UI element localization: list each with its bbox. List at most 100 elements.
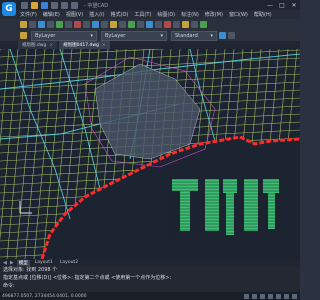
layer-light-icon[interactable] bbox=[20, 32, 27, 39]
menu-bar: 文件(F) 编辑(E) 视图(V) 插入(I) 格式(O) 工具(T) 绘图(D… bbox=[0, 10, 300, 19]
tab-model[interactable]: 模型 bbox=[16, 259, 30, 266]
erase-icon[interactable] bbox=[74, 21, 81, 28]
command-history-line: 指定基点或 [位移(D)] <位移>: 指定第二个点或 <使用第一个点作为位移>… bbox=[3, 275, 172, 281]
dim-style-icon[interactable] bbox=[219, 32, 226, 39]
grid-line bbox=[15, 49, 37, 259]
title-bar: G - 中望CAD — □ ✕ bbox=[0, 0, 300, 16]
tab-layout1[interactable]: Layout1 bbox=[33, 260, 55, 265]
drawing-canvas[interactable] bbox=[0, 49, 300, 259]
shoreline bbox=[40, 135, 300, 259]
layout-tab-bar: ◀ ▶ 模型 Layout1 Layout2 bbox=[0, 259, 300, 266]
new-file-icon[interactable] bbox=[21, 1, 28, 9]
break-icon[interactable] bbox=[164, 21, 171, 28]
grid-line bbox=[276, 49, 298, 259]
grid-line bbox=[51, 49, 73, 259]
doc-tab-label: 规划图0417.dwg bbox=[63, 43, 99, 48]
park-area bbox=[94, 63, 201, 160]
match-properties-icon[interactable] bbox=[38, 21, 45, 28]
array-icon[interactable] bbox=[110, 21, 117, 28]
properties-toolbar: ByLayer ▾ ByLayer ▾ Standard ▾ bbox=[0, 30, 300, 41]
status-bar: 496877.0507, 2734454.0401, 0.0000 bbox=[0, 292, 300, 300]
command-history-line: 选择对象: 找到 2098 个 bbox=[3, 267, 58, 273]
menu-window[interactable]: 窗口(W) bbox=[229, 11, 248, 18]
doc-tab-2[interactable]: 规划图0417.dwg × bbox=[59, 41, 110, 49]
offset-icon[interactable] bbox=[101, 21, 108, 28]
building-blocks bbox=[172, 179, 279, 235]
layer-dropdown[interactable]: ByLayer ▾ bbox=[31, 30, 97, 41]
document-tabs: 规划图.dwg × 规划图0417.dwg × bbox=[0, 41, 300, 49]
close-button[interactable]: ✕ bbox=[288, 0, 300, 10]
trim-icon[interactable] bbox=[146, 21, 153, 28]
minimize-button[interactable]: — bbox=[264, 0, 276, 10]
doc-tab-label: 规划图.dwg bbox=[22, 43, 47, 48]
maximize-button[interactable]: □ bbox=[276, 0, 288, 10]
close-tab-icon[interactable]: × bbox=[49, 43, 53, 48]
save-icon[interactable] bbox=[41, 1, 48, 9]
close-tab-icon[interactable]: × bbox=[102, 43, 106, 48]
osnap-icon[interactable] bbox=[276, 293, 281, 299]
ucs-icon bbox=[19, 201, 32, 214]
layer-state-icon[interactable] bbox=[29, 21, 36, 28]
drawing-svg bbox=[0, 49, 300, 259]
table-style-icon[interactable] bbox=[228, 32, 235, 39]
zoom-window-icon[interactable] bbox=[65, 21, 72, 28]
layer-dropdown-value: ByLayer bbox=[35, 32, 56, 39]
menu-draw[interactable]: 绘图(D) bbox=[157, 11, 175, 18]
move-icon[interactable] bbox=[119, 21, 126, 28]
linetype-dropdown-value: ByLayer bbox=[105, 32, 126, 39]
zoom-icon[interactable] bbox=[56, 21, 63, 28]
menu-format[interactable]: 格式(O) bbox=[111, 11, 129, 18]
undo-icon[interactable] bbox=[61, 1, 68, 9]
pan-icon[interactable] bbox=[47, 21, 54, 28]
grid-line bbox=[78, 49, 100, 259]
open-folder-icon[interactable] bbox=[31, 1, 38, 9]
command-window[interactable]: 选择对象: 找到 2098 个 指定基点或 [位移(D)] <位移>: 指定第二… bbox=[0, 266, 300, 292]
menu-file[interactable]: 文件(F) bbox=[20, 11, 37, 18]
text-style-dropdown[interactable]: Standard ▾ bbox=[171, 30, 217, 41]
grid-line bbox=[0, 49, 300, 66]
redo-icon[interactable] bbox=[71, 1, 78, 9]
menu-edit[interactable]: 编辑(E) bbox=[43, 11, 60, 18]
explode-icon[interactable] bbox=[182, 21, 189, 28]
grid-icon[interactable] bbox=[252, 293, 257, 299]
extend-icon[interactable] bbox=[155, 21, 162, 28]
text-style-dropdown-value: Standard bbox=[175, 32, 198, 39]
menu-dimension[interactable]: 标注(N) bbox=[181, 11, 199, 18]
menu-view[interactable]: 视图(V) bbox=[66, 11, 83, 18]
polar-icon[interactable] bbox=[268, 293, 273, 299]
window-controls: — □ ✕ bbox=[264, 0, 300, 10]
grid-line bbox=[24, 49, 46, 259]
doc-tab-1[interactable]: 规划图.dwg × bbox=[18, 41, 58, 49]
standard-toolbar bbox=[0, 19, 300, 30]
menu-insert[interactable]: 插入(I) bbox=[89, 11, 104, 18]
design-center-icon[interactable] bbox=[200, 21, 207, 28]
scale-icon[interactable] bbox=[137, 21, 144, 28]
chevron-down-icon: ▾ bbox=[160, 32, 163, 39]
menu-modify[interactable]: 修改(M) bbox=[205, 11, 223, 18]
menu-help[interactable]: 帮助(H) bbox=[254, 11, 272, 18]
copy-icon[interactable] bbox=[83, 21, 90, 28]
command-prompt[interactable]: 命令: bbox=[0, 282, 300, 290]
layer-manager-icon[interactable] bbox=[20, 21, 27, 28]
mirror-icon[interactable] bbox=[92, 21, 99, 28]
coordinate-readout: 496877.0507, 2734454.0401, 0.0000 bbox=[2, 293, 87, 299]
tab-layout2[interactable]: Layout2 bbox=[58, 260, 80, 265]
menu-tools[interactable]: 工具(T) bbox=[134, 11, 151, 18]
chevron-down-icon: ▾ bbox=[210, 32, 213, 39]
window-title: - 中望CAD bbox=[84, 2, 109, 9]
rotate-icon[interactable] bbox=[128, 21, 135, 28]
grid-line bbox=[33, 49, 55, 259]
tab-next-icon[interactable]: ▶ bbox=[10, 260, 14, 266]
tab-prev-icon[interactable]: ◀ bbox=[3, 260, 7, 266]
ortho-icon[interactable] bbox=[260, 293, 265, 299]
lineweight-icon[interactable] bbox=[284, 293, 289, 299]
fillet-icon[interactable] bbox=[173, 21, 180, 28]
app-logo-icon[interactable]: G bbox=[2, 2, 16, 16]
linetype-dropdown[interactable]: ByLayer ▾ bbox=[101, 30, 167, 41]
snap-icon[interactable] bbox=[244, 293, 249, 299]
settings-icon[interactable] bbox=[292, 293, 297, 299]
print-icon[interactable] bbox=[51, 1, 58, 9]
chevron-down-icon: ▾ bbox=[90, 32, 93, 39]
properties-icon[interactable] bbox=[191, 21, 198, 28]
grid-line bbox=[42, 49, 64, 259]
